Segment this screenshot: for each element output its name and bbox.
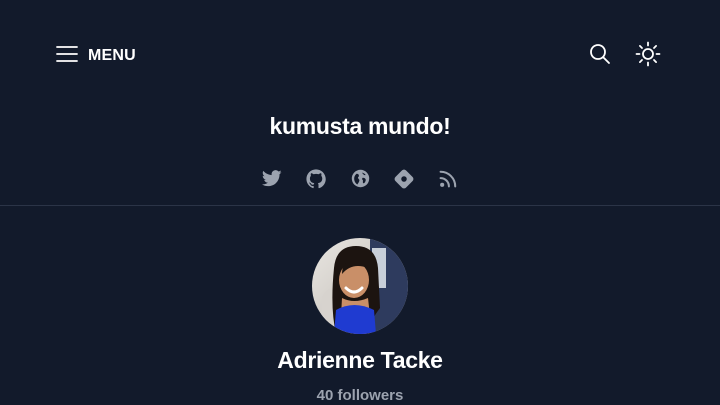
theme-toggle-button[interactable] [635, 41, 661, 72]
hamburger-icon [56, 45, 78, 68]
hashnode-icon [394, 169, 414, 194]
search-icon [588, 42, 612, 71]
rss-icon [439, 169, 458, 193]
social-links [0, 168, 720, 194]
menu-button[interactable]: MENU [56, 44, 136, 68]
blog-header: MENU kumusta mundo! [0, 0, 720, 206]
website-link[interactable] [350, 169, 370, 193]
followers-count[interactable]: 40 followers [0, 387, 720, 404]
author-avatar[interactable] [312, 238, 408, 334]
globe-icon [351, 169, 370, 193]
page: MENU kumusta mundo! Adrienne Tacke 40 fo… [0, 0, 720, 405]
hashnode-link[interactable] [394, 169, 414, 194]
avatar-photo [312, 238, 408, 334]
github-icon [306, 168, 326, 194]
github-link[interactable] [306, 168, 326, 194]
blog-title[interactable]: kumusta mundo! [0, 113, 720, 140]
twitter-link[interactable] [261, 170, 282, 192]
search-button[interactable] [587, 43, 613, 69]
rss-link[interactable] [438, 169, 458, 193]
author-name[interactable]: Adrienne Tacke [0, 347, 720, 374]
sun-icon [635, 41, 661, 72]
menu-label: MENU [88, 47, 136, 64]
twitter-icon [261, 170, 282, 192]
